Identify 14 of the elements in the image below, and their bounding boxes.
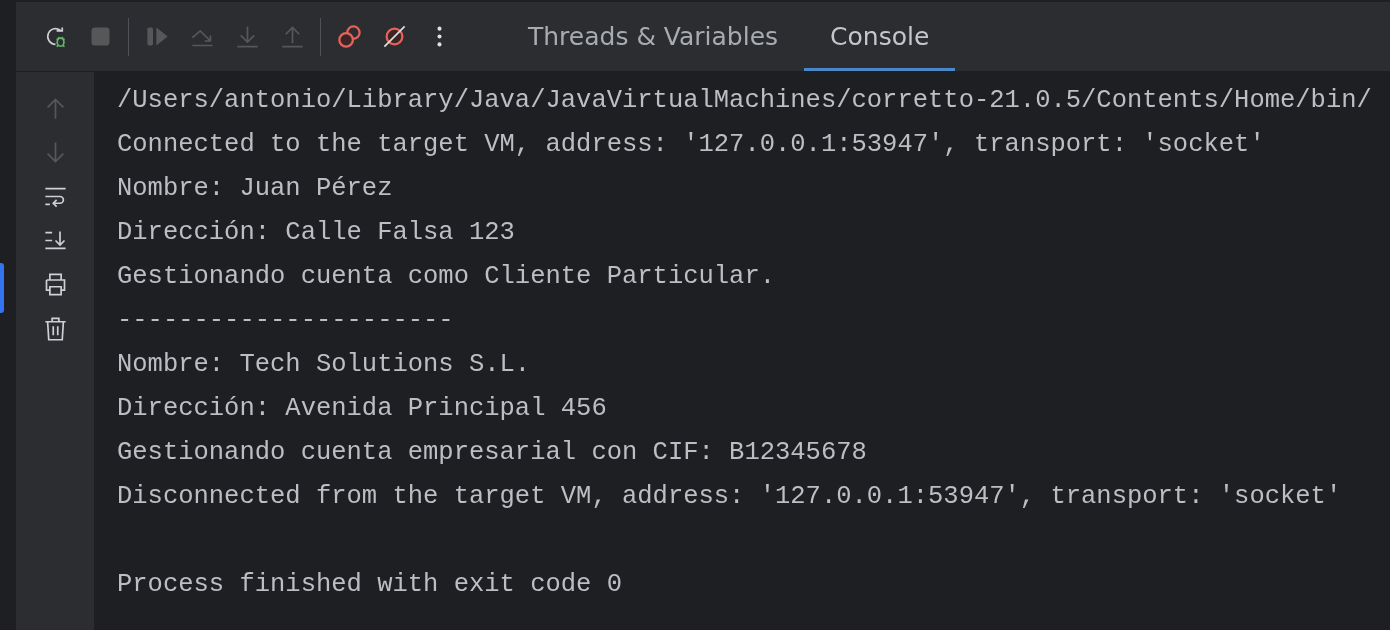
console-line: Gestionando cuenta empresarial con CIF: B12345678 [117, 438, 867, 467]
console-line: Gestionando cuenta como Cliente Particular. [117, 262, 775, 291]
console-line: Disconnected from the target VM, address: '127.0.0.1:53947', transport: 'socket' [117, 482, 1342, 511]
console-line: /Users/antonio/Library/Java/JavaVirtualMachines/corretto-21.0.5/Contents/Home/bin/ [117, 86, 1372, 115]
console-line: Connected to the target VM, address: '127.0.0.1:53947', transport: 'socket' [117, 130, 1265, 159]
console-line: Nombre: Tech Solutions S.L. [117, 350, 531, 379]
console-line: ---------------------- [117, 306, 454, 335]
tab[interactable]: Threads & Variables [502, 2, 805, 71]
console-line: Process finished with exit code 0 [117, 570, 622, 599]
console-line: Dirección: Calle Falsa 123 [117, 218, 515, 247]
tab[interactable]: Console [804, 2, 956, 71]
console-line: Dirección: Avenida Principal 456 [117, 394, 607, 423]
active-marker [0, 263, 4, 313]
console-line: Nombre: Juan Pérez [117, 174, 393, 203]
